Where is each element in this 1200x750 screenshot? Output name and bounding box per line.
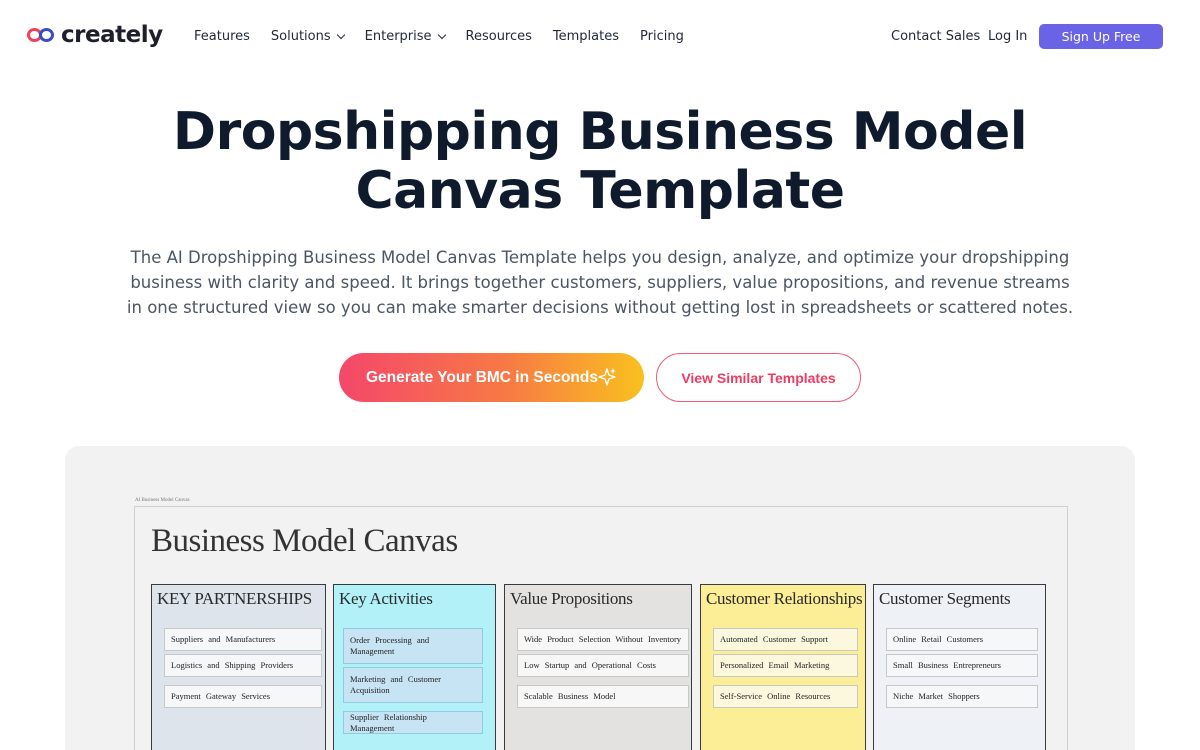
nav-menu: Features Solutions Enterprise Resources … [194,29,705,44]
card-item: Scalable Business Model [517,685,689,708]
column-title: Customer Segments [879,589,1011,608]
creately-logo-icon [27,27,57,43]
card-item: Small Business Entrepreneurs [886,654,1038,677]
nav-pricing-label: Pricing [640,29,684,44]
card-item: Online Retail Customers [886,628,1038,651]
card-item: Suppliers and Manufacturers [164,628,322,651]
nav-resources-label: Resources [465,29,532,44]
card-item: Wide Product Selection Without Inventory [517,628,689,651]
nav-pricing[interactable]: Pricing [640,29,684,44]
column-customer-relationships: Customer Relationships Automated Custome… [700,584,866,750]
top-navigation: creately Features Solutions Enterprise R… [0,0,1200,72]
card-item: Marketing and Customer Acquisition [343,667,483,703]
nav-resources[interactable]: Resources [466,29,532,44]
chevron-down-icon [336,30,345,39]
page-title: Dropshipping Business Model Canvas Templ… [0,103,1200,221]
creately-logo[interactable]: creately [27,22,163,48]
card-item: Logistics and Shipping Providers [164,654,322,677]
nav-templates[interactable]: Templates [553,29,619,44]
contact-sales-link[interactable]: Contact Sales [891,29,980,44]
card-item: Self-Service Online Resources [713,685,858,708]
generate-bmc-label: Generate Your BMC in Seconds [366,368,598,386]
nav-features[interactable]: Features [194,29,250,44]
canvas-title: Business Model Canvas [151,523,458,559]
sparkle-icon [598,368,616,386]
preview-caption: AI Business Model Canvas [135,498,190,503]
nav-enterprise[interactable]: Enterprise [364,29,446,44]
column-customer-segments: Customer Segments Online Retail Customer… [873,584,1046,750]
signup-button[interactable]: Sign Up Free [1039,24,1163,49]
nav-features-label: Features [194,29,250,44]
nav-solutions-label: Solutions [270,29,331,44]
generate-bmc-button[interactable]: Generate Your BMC in Seconds [339,353,644,402]
card-item: Personalized Email Marketing [713,654,858,677]
login-link[interactable]: Log In [988,29,1027,44]
logo-text: creately [61,22,163,48]
column-key-partnerships: KEY PARTNERSHIPS Suppliers and Manufactu… [151,584,326,750]
column-title: KEY PARTNERSHIPS [157,589,312,608]
hero-description: The AI Dropshipping Business Model Canva… [126,248,1074,317]
column-title: Value Propositions [510,589,633,608]
column-value-propositions: Value Propositions Wide Product Selectio… [504,584,692,750]
card-item: Supplier Relationship Management [343,711,483,734]
card-item: Payment Gateway Services [164,685,322,708]
column-key-activities: Key Activities Order Processing and Mana… [333,584,496,750]
chevron-down-icon [437,30,446,39]
column-title: Customer Relationships [706,589,863,608]
column-title: Key Activities [339,589,433,608]
title-line-1: Dropshipping Business Model [172,102,1028,162]
title-line-2: Canvas Template [355,161,845,221]
card-item: Niche Market Shoppers [886,685,1038,708]
nav-solutions[interactable]: Solutions [270,29,345,44]
view-similar-templates-button[interactable]: View Similar Templates [656,353,861,402]
card-item: Order Processing and Management [343,628,483,664]
card-item: Automated Customer Support [713,628,858,651]
nav-enterprise-label: Enterprise [364,29,432,44]
nav-templates-label: Templates [552,29,619,44]
card-item: Low Startup and Operational Costs [517,654,689,677]
